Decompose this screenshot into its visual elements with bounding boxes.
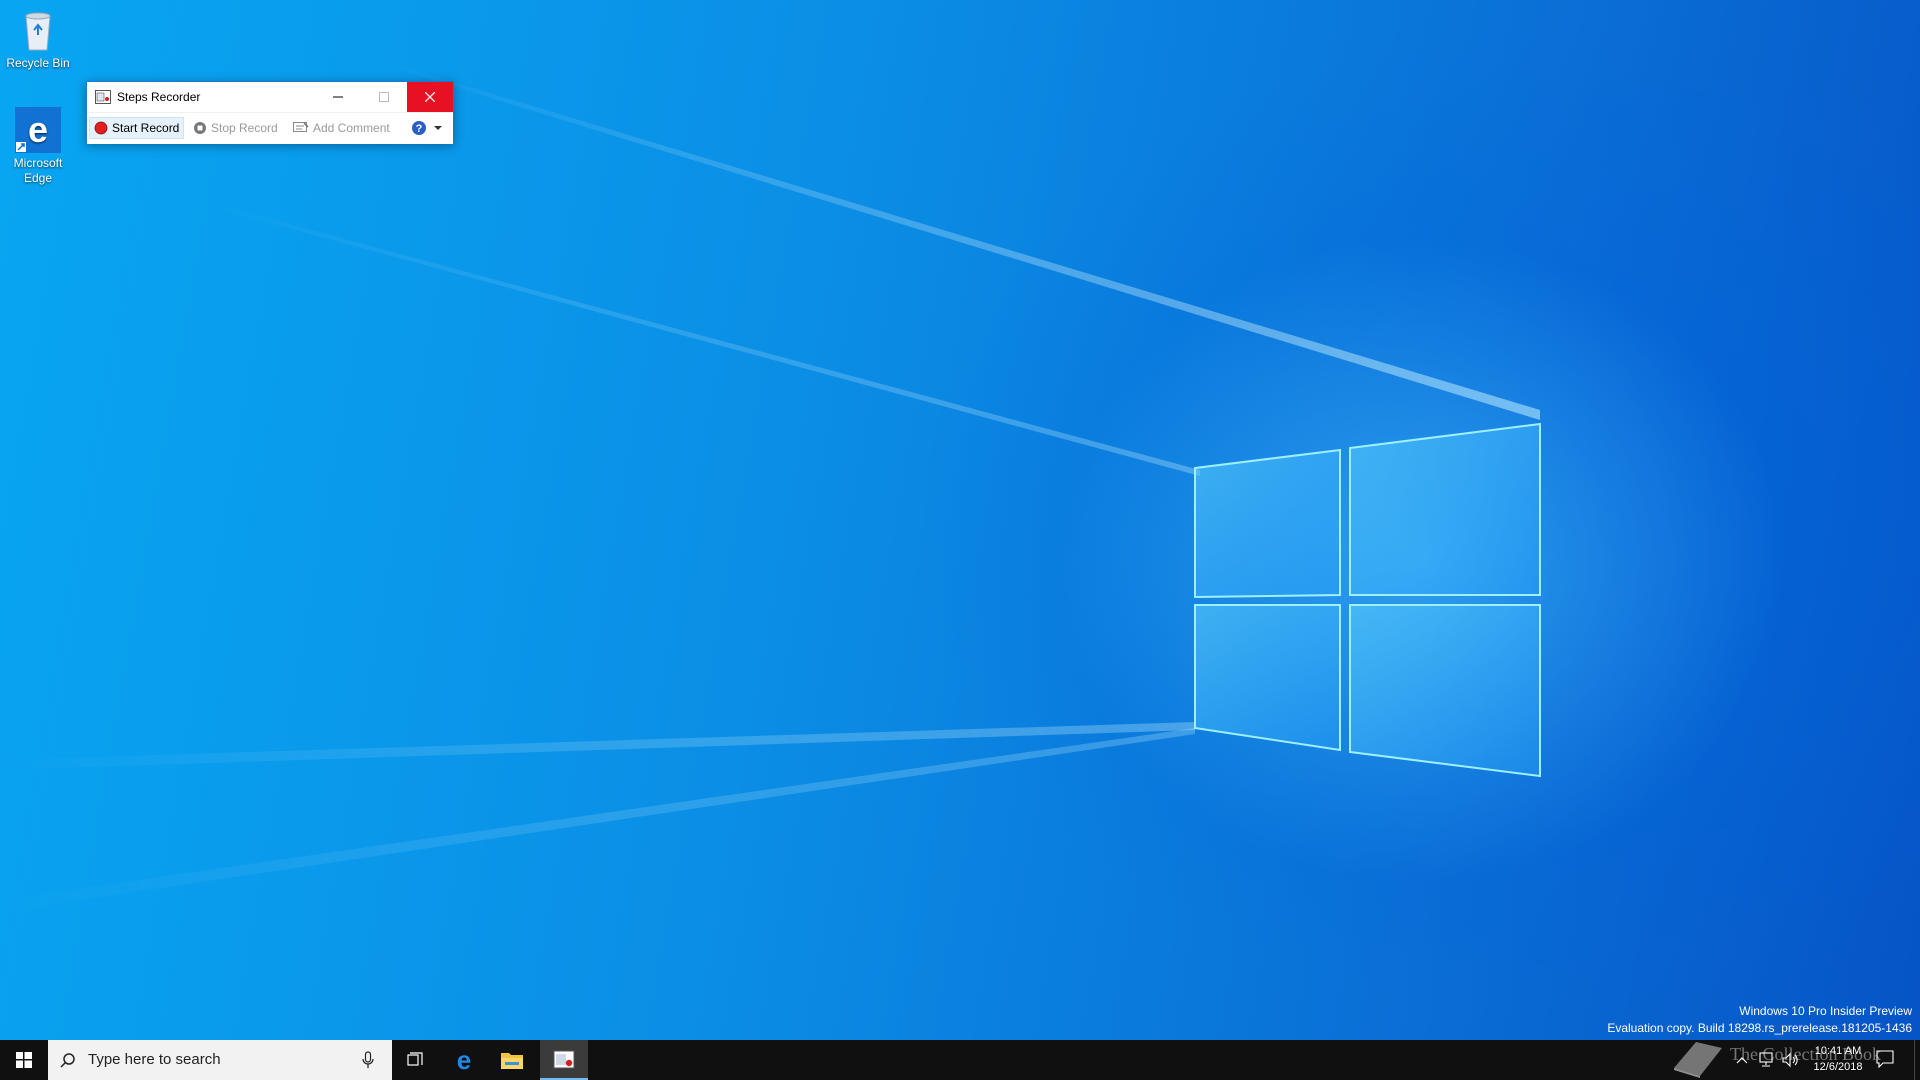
help-icon: ?	[412, 121, 426, 135]
close-button[interactable]	[407, 82, 453, 112]
desktop-wallpaper: Recycle Bin e Microsoft Edge Windows 10 …	[0, 0, 1920, 1040]
chevron-up-icon[interactable]	[1736, 1056, 1748, 1064]
record-icon	[94, 121, 108, 135]
taskbar-file-explorer[interactable]	[488, 1040, 536, 1080]
toolbar: Start Record Stop Record Add Comment ?	[87, 112, 453, 144]
taskbar-edge[interactable]: e	[440, 1040, 488, 1080]
edge-label-line1: Microsoft	[13, 156, 63, 170]
chevron-down-icon	[434, 126, 442, 130]
add-comment-label: Add Comment	[313, 121, 390, 135]
svg-text:e: e	[457, 1048, 471, 1072]
clock-time: 10:41 AM	[1814, 1045, 1862, 1057]
search-icon	[60, 1053, 75, 1068]
folder-icon	[501, 1053, 523, 1069]
start-button[interactable]	[0, 1040, 48, 1080]
comment-icon	[293, 122, 309, 132]
edge-label-line2: Edge	[23, 171, 53, 185]
recycle-bin-icon	[14, 6, 62, 54]
book-watermark-icon	[1674, 1042, 1722, 1078]
window-title: Steps Recorder	[117, 90, 201, 104]
edge-icon: e	[14, 106, 62, 154]
add-comment-button[interactable]: Add Comment	[289, 117, 394, 139]
edge-desktop-icon[interactable]: e Microsoft Edge	[0, 106, 76, 186]
svg-text:e: e	[28, 109, 48, 150]
wallpaper-logo	[0, 60, 1541, 912]
edge-icon: e	[457, 1048, 471, 1072]
minimize-button[interactable]	[315, 82, 361, 112]
network-icon[interactable]	[1758, 1052, 1774, 1068]
action-center-icon[interactable]	[1876, 1050, 1894, 1068]
task-view-button[interactable]	[392, 1040, 440, 1080]
title-bar[interactable]: Steps Recorder	[87, 82, 453, 112]
taskbar: e The Collection Book 10:41 AM 12/6/2018	[0, 1040, 1920, 1080]
clock-date: 12/6/2018	[1813, 1061, 1863, 1073]
stop-record-label: Stop Record	[211, 121, 278, 135]
recycle-bin-desktop-icon[interactable]: Recycle Bin	[0, 6, 76, 71]
steps-recorder-window: Steps Recorder Start Record Stop Record …	[86, 81, 454, 144]
stop-record-button[interactable]: Stop Record	[189, 117, 282, 139]
watermark-line2: Evaluation copy. Build 18298.rs_prerelea…	[1607, 1021, 1912, 1035]
help-dropdown-button[interactable]: ?	[407, 117, 447, 139]
watermark-line1: Windows 10 Pro Insider Preview	[1739, 1004, 1912, 1018]
show-desktop-button[interactable]	[1914, 1040, 1920, 1080]
svg-text:?: ?	[416, 123, 423, 135]
search-input[interactable]	[88, 1051, 338, 1068]
volume-icon[interactable]	[1782, 1052, 1800, 1068]
task-view-icon	[407, 1052, 423, 1066]
maximize-button[interactable]	[361, 82, 407, 112]
maximize-icon	[379, 92, 389, 102]
clock[interactable]: 10:41 AM 12/6/2018	[1808, 1043, 1868, 1075]
search-box[interactable]	[48, 1040, 392, 1080]
close-icon	[425, 92, 435, 102]
steps-recorder-icon	[95, 90, 111, 104]
taskbar-steps-recorder[interactable]	[540, 1040, 588, 1080]
minimize-icon	[333, 96, 343, 98]
recycle-bin-label: Recycle Bin	[6, 56, 70, 70]
microphone-icon[interactable]	[362, 1051, 374, 1069]
windows-logo-icon	[16, 1052, 32, 1068]
start-record-label: Start Record	[112, 121, 180, 135]
steps-recorder-icon	[553, 1050, 575, 1069]
start-record-button[interactable]: Start Record	[89, 117, 185, 139]
stop-icon	[194, 122, 206, 134]
build-watermark: Windows 10 Pro Insider Preview Evaluatio…	[1607, 1003, 1912, 1037]
